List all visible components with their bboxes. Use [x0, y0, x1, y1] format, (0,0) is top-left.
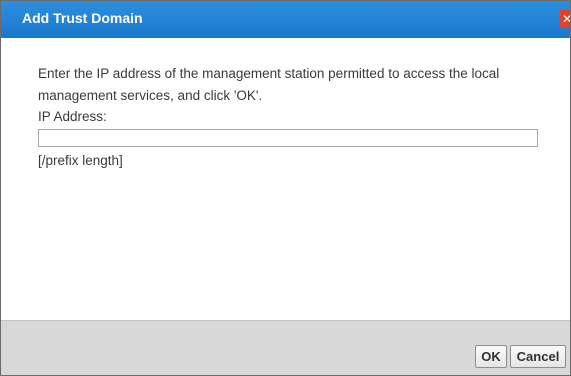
dialog-title: Add Trust Domain — [22, 10, 143, 26]
close-icon[interactable]: ✕ — [560, 10, 570, 28]
add-trust-domain-dialog: Add Trust Domain ✕ Enter the IP address … — [0, 0, 571, 376]
dialog-titlebar: Add Trust Domain ✕ — [1, 1, 570, 38]
prefix-length-hint: [/prefix length] — [38, 153, 123, 168]
cancel-button[interactable]: Cancel — [510, 345, 566, 368]
instruction-text: Enter the IP address of the management s… — [38, 66, 500, 103]
dialog-body: Enter the IP address of the management s… — [1, 38, 570, 320]
dialog-footer: OK Cancel — [1, 320, 570, 375]
ok-button[interactable]: OK — [475, 345, 507, 368]
ip-address-label: IP Address: — [38, 109, 107, 124]
ip-address-input[interactable] — [38, 129, 538, 147]
